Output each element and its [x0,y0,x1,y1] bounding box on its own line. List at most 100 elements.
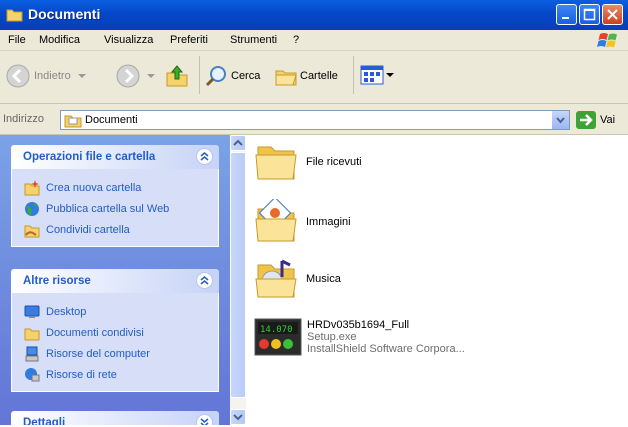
scroll-up-button[interactable] [230,135,246,151]
network-icon [25,367,40,381]
globe-icon [25,201,39,216]
file-name: Immagini [306,216,351,228]
file-item[interactable]: Musica [254,257,341,301]
up-folder-icon [166,65,188,87]
file-item[interactable]: Immagini [254,199,351,245]
expand-button[interactable] [196,414,213,425]
place-label: Documenti condivisi [46,326,144,339]
chevron-down-icon [556,117,565,124]
chevron-down-icon [200,418,209,425]
address-dropdown-button[interactable] [551,111,569,129]
minimize-button[interactable] [556,4,577,25]
panel-title: Dettagli [23,417,66,425]
address-input[interactable]: Documenti [60,110,570,130]
minimize-icon [562,17,569,19]
task-label: Condividi cartella [46,223,130,236]
panel-title: Altre risorse [23,275,91,287]
panel-body: Desktop Documenti condivisi Risorse del … [11,293,219,392]
address-bar: Indirizzo Documenti Vai [0,104,628,135]
installer-icon: 14.070 [254,318,302,356]
task-label: Pubblica cartella sul Web [46,202,170,215]
task-new-folder[interactable]: Crea nuova cartella [24,177,218,198]
my-computer-icon [25,346,39,361]
folders-button[interactable]: Cartelle [274,64,338,88]
folders-icon [275,70,297,86]
folder-icon [255,146,297,180]
maximize-icon [583,8,596,21]
search-label: Cerca [231,70,261,82]
task-pane-scrollbar[interactable] [230,135,246,425]
svg-text:14.070: 14.070 [260,325,293,335]
other-places-panel: Altre risorse Desktop Documenti condivis… [11,269,219,392]
chevron-up-icon [200,152,209,161]
pictures-folder-icon [255,199,297,242]
chevron-down-icon [233,414,243,421]
chevron-up-icon [233,139,243,146]
file-item[interactable]: 14.070 HRDv035b1694_Full Setup.exe Insta… [254,317,465,357]
toolbar-separator [199,56,200,94]
share-folder-icon [24,225,40,237]
menu-strumenti[interactable]: Strumenti [230,34,277,46]
task-label: Crea nuova cartella [46,181,142,194]
task-publish-web[interactable]: Pubblica cartella sul Web [24,198,218,219]
search-button[interactable]: Cerca [205,64,260,88]
panel-header[interactable]: Operazioni file e cartella [11,145,219,169]
up-folder-button[interactable] [164,63,190,89]
go-button[interactable]: Vai [576,111,615,129]
desktop-icon [24,305,40,318]
windows-logo-icon [597,33,617,48]
menu-modifica[interactable]: Modifica [39,34,80,46]
chevron-down-icon [147,74,155,78]
panel-title: Operazioni file e cartella [23,151,156,163]
file-item[interactable]: File ricevuti [254,141,362,183]
views-button[interactable] [360,64,394,86]
menu-preferiti[interactable]: Preferiti [170,34,208,46]
collapse-button[interactable] [196,148,213,165]
music-folder-icon [255,259,297,298]
place-my-computer[interactable]: Risorse del computer [24,343,218,364]
address-value: Documenti [85,114,138,126]
shared-documents-icon [24,328,40,340]
scroll-thumb[interactable] [230,152,246,398]
title-bar[interactable]: Documenti [0,0,628,30]
menu-file[interactable]: File [8,34,26,46]
forward-button[interactable] [116,64,156,88]
file-folder-tasks-panel: Operazioni file e cartella Crea nuova ca… [11,145,219,247]
menu-visualizza[interactable]: Visualizza [104,34,153,46]
collapse-button[interactable] [196,272,213,289]
place-network[interactable]: Risorse di rete [24,364,218,385]
panel-header[interactable]: Dettagli [11,411,219,425]
place-desktop[interactable]: Desktop [24,301,218,322]
go-label: Vai [600,114,616,126]
close-icon [607,9,618,20]
forward-arrow-icon [116,64,140,88]
menu-help[interactable]: ? [293,34,299,46]
chevron-down-icon [386,73,394,77]
file-name: HRDv035b1694_Full [307,319,410,331]
place-label: Risorse di rete [46,368,117,381]
address-label: Indirizzo [3,113,44,125]
menu-bar: File Modifica Visualizza Preferiti Strum… [0,30,628,51]
file-list: File ricevuti Immagini Musica 14.070 HRD… [246,135,628,425]
scroll-down-button[interactable] [230,409,246,425]
maximize-button[interactable] [579,4,600,25]
details-panel: Dettagli [11,411,219,425]
toolbar-separator [353,56,354,94]
panel-body: Crea nuova cartella Pubblica cartella su… [11,169,219,247]
file-name: Musica [306,273,341,285]
new-folder-icon [24,179,40,195]
back-button[interactable]: Indietro [6,64,87,88]
close-button[interactable] [602,4,623,25]
task-pane: Operazioni file e cartella Crea nuova ca… [0,135,230,425]
window-title: Documenti [28,6,101,22]
folder-icon [6,9,23,22]
views-icon [360,65,384,85]
panel-header[interactable]: Altre risorse [11,269,219,293]
back-label: Indietro [34,70,71,82]
back-arrow-icon [6,64,30,88]
place-shared-documents[interactable]: Documenti condivisi [24,322,218,343]
place-label: Desktop [46,305,87,318]
file-publisher: InstallShield Software Corpora... [307,343,465,355]
task-share-folder[interactable]: Condividi cartella [24,219,218,240]
chevron-up-icon [200,276,209,285]
